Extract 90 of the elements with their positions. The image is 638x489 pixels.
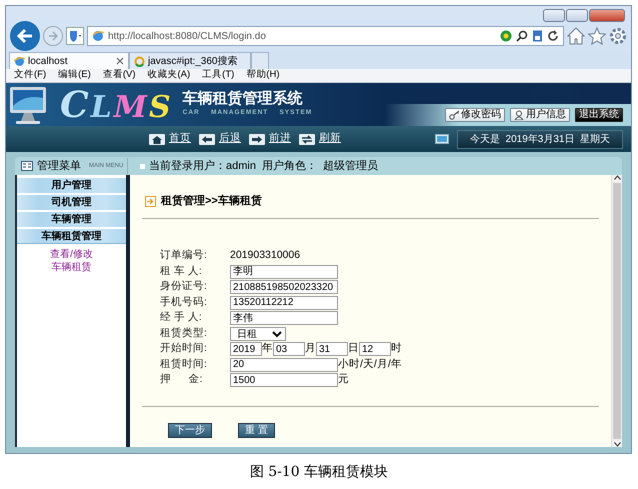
back-arrow-icon [17,29,33,43]
input-field[interactable]: 12 [359,342,391,356]
field-label: 租赁时间: [160,356,208,372]
browser-logo-icon [92,30,104,42]
back-button[interactable] [10,21,40,51]
address-bar[interactable]: http://localhost:8080/CLMS/login.do [87,26,564,46]
menu-item[interactable]: 帮助(H) [246,68,280,83]
refresh-icon[interactable] [547,30,559,42]
scroll-up-icon[interactable] [614,175,620,180]
menu-item[interactable]: 工具(T) [202,68,234,83]
field-label: 身份证号: [160,279,208,294]
unit-label: 日 [348,341,359,356]
nav-link[interactable]: 刷新 [299,131,341,147]
app-logo: CLMS [60,86,173,122]
figure-caption: 图 5-10 车辆租赁模块 [248,463,390,482]
star-icon[interactable] [588,27,606,45]
field-label: 租 车 人: [160,264,203,279]
monitor-icon [434,134,449,144]
unit-label: 时 [391,341,402,356]
shield-dropdown-icon[interactable] [66,27,84,45]
menu-panel-icon [21,161,33,171]
logout-button[interactable]: 退出系统 [575,108,623,122]
sidebar-link[interactable]: 车辆租赁 [52,262,92,273]
field-label: 租赁类型: [160,326,208,341]
bullet-icon [140,164,145,168]
field-label: 经 手 人: [160,310,203,326]
sidebar-group[interactable]: 车辆管理 [17,212,126,227]
sidebar-group[interactable]: 司机管理 [17,195,126,210]
right-arrow-icon [249,134,265,144]
left-arrow-icon [199,134,215,144]
input-field[interactable]: 210885198502023320 [230,280,338,294]
breadcrumb: 租赁管理>>车辆租赁 [161,194,262,209]
extension-icon[interactable] [500,30,512,42]
input-field[interactable]: 李伟 [230,311,338,326]
menu-item[interactable]: 查看(V) [102,68,136,83]
order-number: 201903310006 [230,248,300,264]
maximize-button[interactable] [566,9,588,22]
app-title: 车辆租赁管理系统 [182,91,304,108]
forward-arrow-icon [48,31,58,41]
header-button[interactable]: 用户信息 [510,108,570,122]
home-icon[interactable] [567,27,585,45]
field-label: 开始时间: [160,341,208,356]
nav-link[interactable]: 首页 [149,131,191,147]
sidebar-group[interactable]: 车辆租赁管理 [17,229,126,244]
form-button[interactable]: 重 置 [238,423,275,438]
unit-label: 小时/天/月/年 [338,356,402,372]
input-field[interactable]: 31 [316,342,348,356]
close-icon[interactable] [116,57,124,65]
unit-label: 年 [262,341,273,356]
nav-link[interactable]: 前进 [249,131,291,147]
search-icon[interactable] [516,30,528,42]
user-info-text: 当前登录用户：admin 用户角色： 超级管理员 [149,158,378,174]
user-icon [514,110,524,120]
compat-view-icon[interactable] [532,30,543,42]
scrollbar[interactable] [611,175,622,447]
field-label: 订单编号: [160,248,208,264]
field-label: 手机号码: [160,294,208,310]
type-dropdown[interactable]: 日租 [230,326,286,341]
unit-label: 月 [305,341,316,356]
input-field[interactable]: 03 [273,342,305,356]
arrow-box-icon [145,196,156,207]
address-text: http://localhost:8080/CLMS/login.do [108,30,266,44]
input-field[interactable]: 2019 [230,342,262,356]
refresh-icon [299,134,315,144]
menu-item[interactable]: 收藏夹(A) [147,68,190,83]
input-field[interactable]: 1500 [230,373,338,388]
scroll-down-icon[interactable] [614,442,620,447]
browser-logo-icon [14,56,25,66]
input-field[interactable]: 13520112212 [230,296,338,310]
ring-logo-icon [134,56,145,66]
input-field[interactable]: 李明 [230,264,338,279]
browser-tab[interactable]: localhost [9,52,129,69]
menu-item[interactable]: 编辑(E) [58,68,91,83]
settings-icon[interactable] [609,27,627,45]
field-label: 押 金: [160,372,204,388]
sidebar-link[interactable]: 查看/修改 [50,249,93,260]
key-icon [449,110,459,120]
minimize-button[interactable] [543,9,565,22]
sidebar-group[interactable]: 用户管理 [17,178,126,193]
input-field[interactable]: 20 [230,358,338,372]
nav-link[interactable]: 后退 [199,131,241,147]
browser-tab[interactable]: javasc#ipt:_360搜索 [129,52,251,69]
home-icon [149,134,165,144]
unit-label: 元 [338,372,349,388]
sidebar-title: 管理菜单 [37,158,81,174]
header-button[interactable]: 修改密码 [445,108,505,122]
date-display: 今天是 2019年3月31日 星期天 [456,130,623,148]
menu-item[interactable]: 文件(F) [14,68,46,83]
close-button[interactable] [589,9,625,22]
form-button[interactable]: 下一步 [168,423,212,438]
